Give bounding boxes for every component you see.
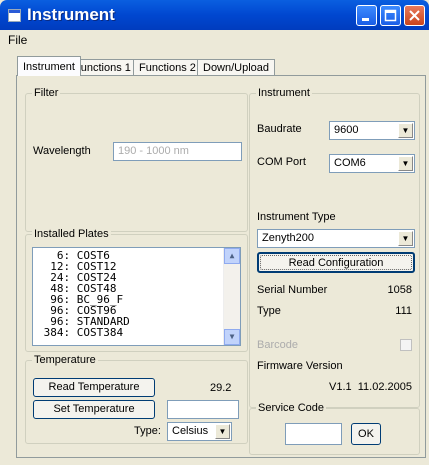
instrument-type-select[interactable]: Zenyth200 ▼ [257,229,415,248]
app-window-icon[interactable] [8,9,21,22]
tab-strip: Instrument Functions 1 Functions 2 Down/… [0,50,429,76]
maximize-button[interactable] [380,5,401,26]
scroll-up-button[interactable]: ▲ [224,248,240,264]
ok-button-label: OK [358,428,374,440]
serial-number-value: 1058 [387,284,412,296]
read-temperature-button[interactable]: Read Temperature [33,378,155,397]
temperature-type-label: Type: [134,425,161,437]
temperature-value: 29.2 [210,382,232,394]
plates-scrollbar[interactable]: ▲ ▼ [223,248,240,345]
com-port-value: COM6 [334,157,366,169]
instrument-group: Instrument Baudrate 9600 ▼ COM Port COM6… [249,87,420,408]
instrument-tab-panel: Filter Wavelength 190 - 1000 nm Installe… [16,75,426,458]
com-port-select[interactable]: COM6 ▼ [329,154,415,173]
scroll-down-button[interactable]: ▼ [224,329,240,345]
instrument-type-value: Zenyth200 [262,232,314,244]
installed-plates-group: Installed Plates 6: COST6 12: COST12 24:… [25,228,248,352]
service-code-label: Service Code [256,402,327,414]
chevron-down-icon: ▼ [229,332,235,341]
baudrate-value: 9600 [334,124,359,136]
set-temperature-input[interactable] [167,400,239,419]
instrument-group-label: Instrument [256,87,312,99]
instrument-type-label: Instrument Type [257,211,336,223]
tab-functions-2[interactable]: Functions 2 [133,59,202,75]
temperature-group-label: Temperature [32,354,98,366]
set-temperature-label: Set Temperature [53,403,135,415]
temperature-type-select[interactable]: Celsius ▼ [167,422,232,441]
instrument-window: Instrument File Instrument Functions 1 F… [0,0,429,465]
service-code-group: Service Code OK [249,402,420,455]
baudrate-select[interactable]: 9600 ▼ [329,121,415,140]
chevron-down-icon[interactable]: ▼ [398,156,413,171]
chevron-down-icon[interactable]: ▼ [215,424,230,439]
list-item[interactable]: 384: COST384 [37,327,123,338]
firmware-version-value: V1.1 11.02.2005 [329,381,412,393]
chevron-up-icon: ▲ [229,251,235,260]
maximize-icon [384,9,397,22]
read-temperature-label: Read Temperature [48,381,140,393]
window-title: Instrument [27,5,115,24]
close-icon [409,10,420,21]
type-label: Type [257,305,281,317]
minimize-icon [362,18,369,21]
set-temperature-button[interactable]: Set Temperature [33,400,155,419]
ok-button[interactable]: OK [351,423,381,445]
baudrate-label: Baudrate [257,123,302,135]
menu-file[interactable]: File [8,33,27,47]
chevron-down-icon[interactable]: ▼ [398,123,413,138]
tab-down-upload[interactable]: Down/Upload [197,59,276,75]
com-port-label: COM Port [257,156,306,168]
installed-plates-label: Installed Plates [32,228,111,240]
barcode-label: Barcode [257,339,298,351]
type-number-value: 111 [395,305,412,317]
wavelength-label: Wavelength [33,145,91,157]
barcode-checkbox[interactable] [400,339,412,351]
filter-group-label: Filter [32,87,61,99]
chevron-down-icon[interactable]: ▼ [398,231,413,246]
close-button[interactable] [404,5,425,26]
plates-listbox[interactable]: 6: COST6 12: COST12 24: COST24 48: COST4… [32,247,241,346]
tab-instrument[interactable]: Instrument [17,56,81,76]
filter-group: Filter Wavelength 190 - 1000 nm [25,87,248,232]
temperature-group: Temperature Read Temperature 29.2 Set Te… [25,354,248,444]
serial-number-label: Serial Number [257,284,328,296]
service-code-input[interactable] [285,423,342,445]
read-configuration-label: Read Configuration [260,255,412,270]
menu-bar: File [0,30,429,50]
title-bar[interactable]: Instrument [0,0,429,30]
minimize-button[interactable] [356,5,377,26]
wavelength-field[interactable]: 190 - 1000 nm [113,142,242,161]
temperature-type-value: Celsius [172,425,209,437]
read-configuration-button[interactable]: Read Configuration [257,252,415,273]
firmware-version-label: Firmware Version [257,360,343,372]
